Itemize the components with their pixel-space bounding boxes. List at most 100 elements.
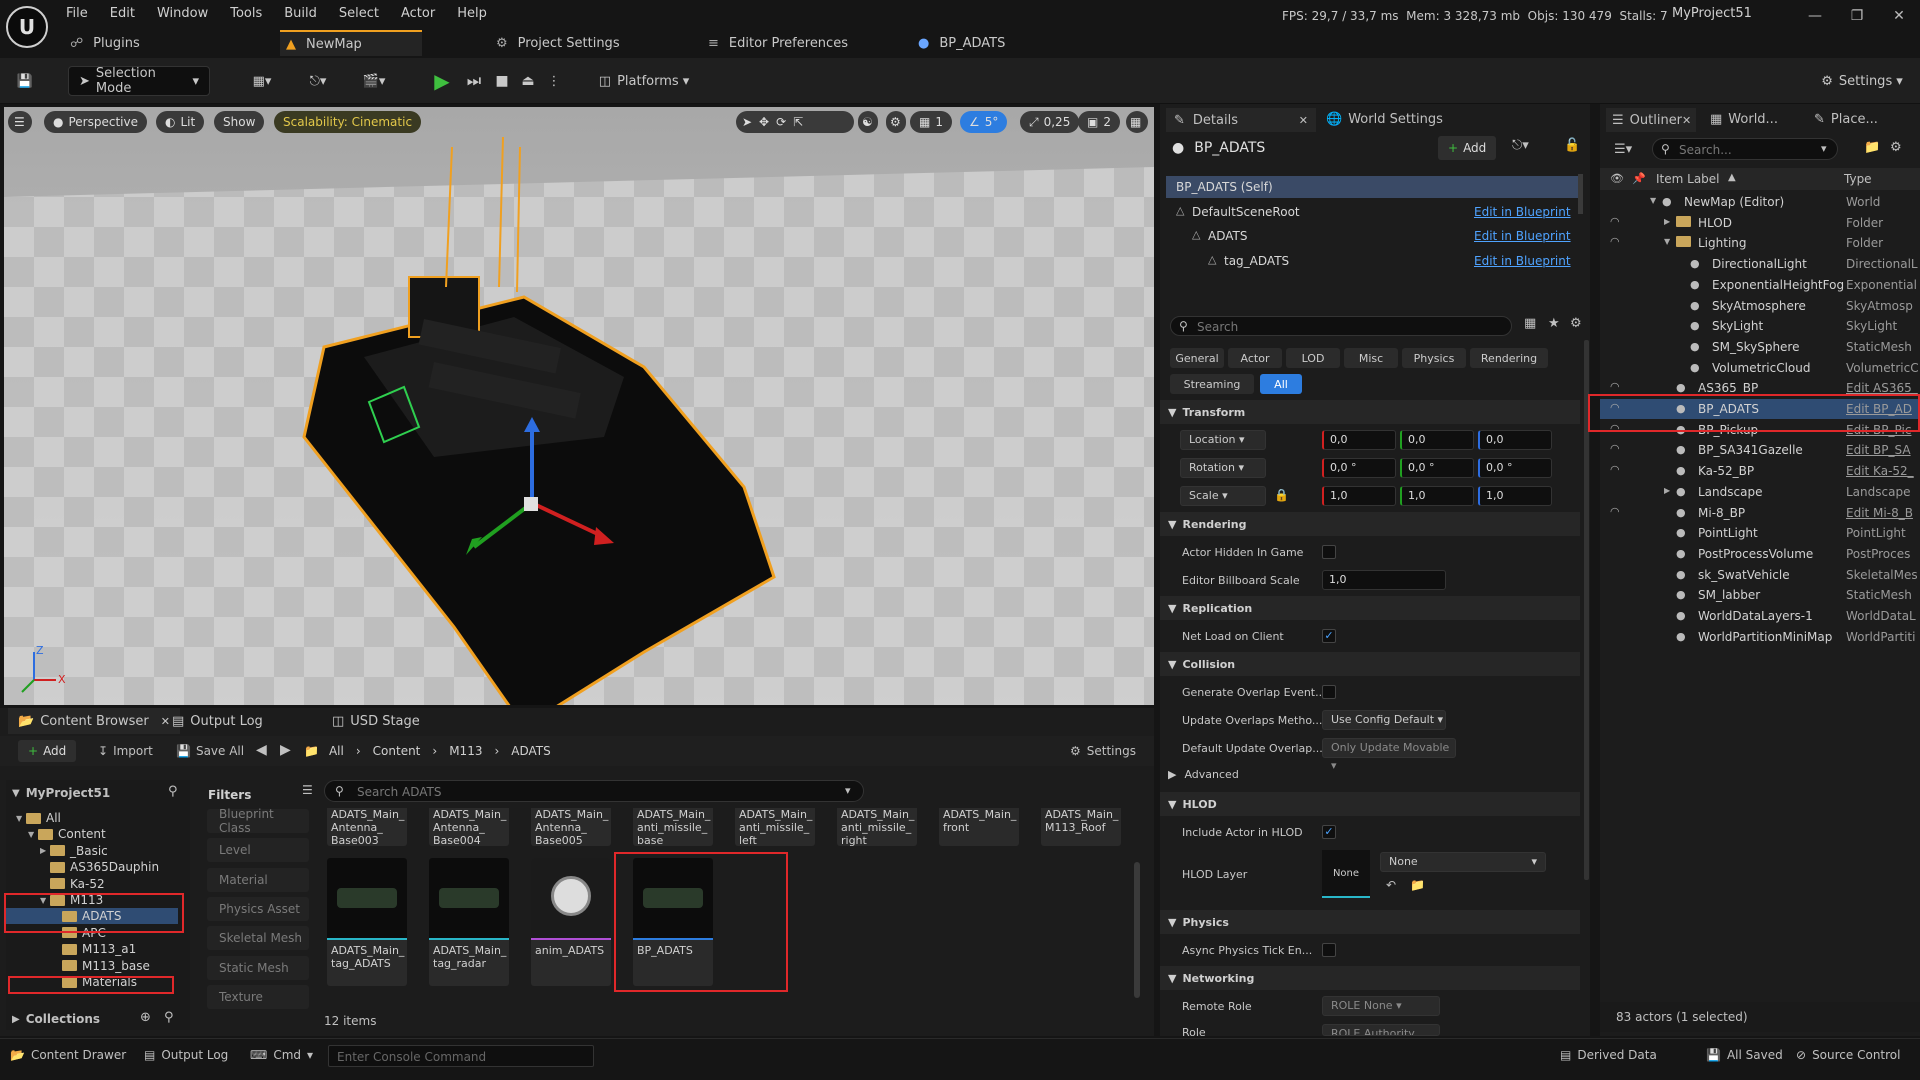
tab-world-partition[interactable]: ▦ World... [1710,112,1778,127]
star-icon[interactable]: ★ [1548,316,1560,331]
outliner-row-hlod[interactable]: ◠ ▶ HLOD Folder [1600,213,1920,233]
add-content-icon[interactable]: ▦▾ [244,66,280,96]
update-overlaps-dropdown[interactable]: Use Config Default ▾ [1322,710,1446,730]
outliner-row-sk-swatvehicle[interactable]: ● sk_SwatVehicle SkeletalMes [1600,565,1920,585]
maximize-icon[interactable]: ❐ [1842,4,1872,28]
asset-tile-partial[interactable]: ADATS_Main_ Antenna_ Base005 [531,808,611,846]
asset-tile-partial[interactable]: ADATS_Main_ M113_Roof [1041,808,1121,846]
asset-search[interactable]: ⚲ Search ADATS ▾ [324,780,864,802]
tab-place-actors[interactable]: ✎ Place... [1814,112,1878,127]
scale-y[interactable]: 1,0 [1400,486,1474,506]
visibility-icon[interactable]: 👁 [1610,172,1624,185]
chevron-icon[interactable]: ▶ [1664,486,1670,495]
scale-z[interactable]: 1,0 [1478,486,1552,506]
tree-item-all[interactable]: ▼ All [6,810,178,826]
section-transform[interactable]: ▼ Transform [1160,400,1580,424]
rotation-z[interactable]: 0,0 ° [1478,458,1552,478]
tree-item-_basic[interactable]: ▶ _Basic [6,843,178,859]
advanced-toggle[interactable]: ▶ Advanced [1168,768,1239,781]
blueprint-menu-icon[interactable]: ⎋▾ [298,66,338,96]
outliner-row-skylight[interactable]: ● SkyLight SkyLight [1600,316,1920,336]
filter-tab-physics[interactable]: Physics [1402,348,1466,368]
outliner-row-sm-labber[interactable]: ● SM_labber StaticMesh [1600,585,1920,605]
details-search[interactable]: ⚲ Search [1170,316,1512,336]
outliner-row-skyatmosphere[interactable]: ● SkyAtmosphere SkyAtmosp [1600,296,1920,316]
asset-tile[interactable]: ADATS_Main_ tag_ADATS [327,858,407,986]
chevron-icon[interactable]: ▼ [1664,237,1670,246]
layout-icon[interactable]: ▦ [1126,111,1148,133]
tree-item-ka-52[interactable]: Ka-52 [6,876,178,892]
content-drawer-button[interactable]: 📂 Content Drawer [10,1048,126,1062]
cb-settings-button[interactable]: ⚙ Settings [1070,744,1136,758]
scale-snap-button[interactable]: ⤢ 0,25 [1020,111,1080,133]
tab-outliner[interactable]: ☰ Outliner ✕ [1606,108,1696,132]
project-root[interactable]: ▼ MyProject51 [12,786,110,800]
rotation-x[interactable]: 0,0 ° [1322,458,1396,478]
visibility-icon[interactable]: ◠ [1610,235,1620,248]
asset-tile-partial[interactable]: ADATS_Main_ anti_missile_ base [633,808,713,846]
location-y[interactable]: 0,0 [1400,430,1474,450]
component-row[interactable]: △ DefaultSceneRoot Edit in Blueprint [1166,201,1578,223]
outliner-row-postprocessvolume[interactable]: ● PostProcessVolume PostProces [1600,544,1920,564]
filter-tab-lod[interactable]: LOD [1286,348,1340,368]
menu-build[interactable]: Build [284,6,317,21]
perspective-button[interactable]: ● Perspective [44,111,147,133]
filter-tab-actor[interactable]: Actor [1228,348,1282,368]
details-add-button[interactable]: + Add [1438,136,1497,160]
scale-dropdown[interactable]: Scale ▾ [1180,486,1266,506]
scale-x[interactable]: 1,0 [1322,486,1396,506]
menu-select[interactable]: Select [339,6,379,21]
lock-icon[interactable]: 🔓 [1564,138,1580,153]
filter-material[interactable]: Material [207,867,309,892]
asset-tile-partial[interactable]: ADATS_Main_ anti_missile_ right [837,808,917,846]
visibility-icon[interactable]: ◠ [1610,442,1620,455]
outliner-row-newmap-editor-[interactable]: ▼ ● NewMap (Editor) World [1600,192,1920,212]
status-output-log-button[interactable]: ▤ Output Log [144,1048,228,1062]
menu-tools[interactable]: Tools [230,6,262,21]
filter-texture[interactable]: Texture [207,984,309,1009]
play-icon[interactable]: ▶ [430,66,454,96]
add-collection-icon[interactable]: ⊕ [140,1010,151,1025]
col-item-label[interactable]: Item Label [1656,172,1720,186]
cinematics-icon[interactable]: 🎬▾ [354,66,394,96]
browse-folder-icon[interactable]: 📁 [1410,878,1425,892]
actor-hidden-checkbox[interactable] [1322,545,1336,559]
save-all-button[interactable]: 💾 Save All [176,744,244,758]
filter-icon[interactable]: ☰ [302,783,313,797]
tab-details[interactable]: ✎ Details ✕ [1166,108,1316,132]
more-options-icon[interactable]: ⋮ [546,66,562,96]
tree-item-m113_a1[interactable]: M113_a1 [6,941,178,957]
remote-role-dropdown[interactable]: ROLE None ▾ [1322,996,1440,1016]
menu-edit[interactable]: Edit [110,6,135,21]
forward-icon[interactable]: ▶ [280,742,291,758]
include-hlod-checkbox[interactable]: ✓ [1322,825,1336,839]
lock-icon[interactable]: 🔒 [1274,488,1289,502]
source-control-button[interactable]: ⊘ Source Control [1796,1048,1900,1062]
stop-icon[interactable]: ■ [490,66,514,96]
unreal-logo-icon[interactable]: U [6,6,48,48]
rotation-y[interactable]: 0,0 ° [1400,458,1474,478]
visibility-icon[interactable]: ◠ [1610,380,1620,393]
new-folder-icon[interactable]: 📁 [1864,140,1880,155]
filter-tab-general[interactable]: General [1170,348,1224,368]
selection-mode-dropdown[interactable]: ➤ Selection Mode ▾ [68,66,210,96]
filter-physics-asset[interactable]: Physics Asset [207,896,309,921]
edit-in-blueprint-link[interactable]: Edit in Blueprint [1474,229,1571,243]
scalability-badge[interactable]: Scalability: Cinematic [274,111,422,133]
tab-newmap[interactable]: ▲ NewMap [280,30,422,56]
outliner-item-type[interactable]: Edit Ka-52_ [1846,464,1920,478]
hlod-layer-thumbnail[interactable]: None [1322,850,1370,898]
import-button[interactable]: ↧ Import [98,744,153,758]
asset-tile-partial[interactable]: ADATS_Main_ anti_missile_ left [735,808,815,846]
derived-data-button[interactable]: ▤ Derived Data [1560,1048,1657,1062]
outliner-search[interactable]: ⚲ Search... ▾ [1652,138,1838,160]
tab-content-browser[interactable]: 📂 Content Browser ✕ [8,708,180,734]
platforms-dropdown[interactable]: ◫ Platforms ▾ [594,66,694,96]
section-rendering[interactable]: ▼ Rendering [1160,512,1580,536]
grid-view-icon[interactable]: ▦ [1524,316,1536,331]
close-icon[interactable]: ✕ [1682,114,1691,127]
outliner-row-sm-skysphere[interactable]: ● SM_SkySphere StaticMesh [1600,337,1920,357]
outliner-row-lighting[interactable]: ◠ ▼ Lighting Folder [1600,233,1920,253]
outliner-row-landscape[interactable]: ▶ ● Landscape Landscape [1600,482,1920,502]
filter-static-mesh[interactable]: Static Mesh [207,955,309,980]
